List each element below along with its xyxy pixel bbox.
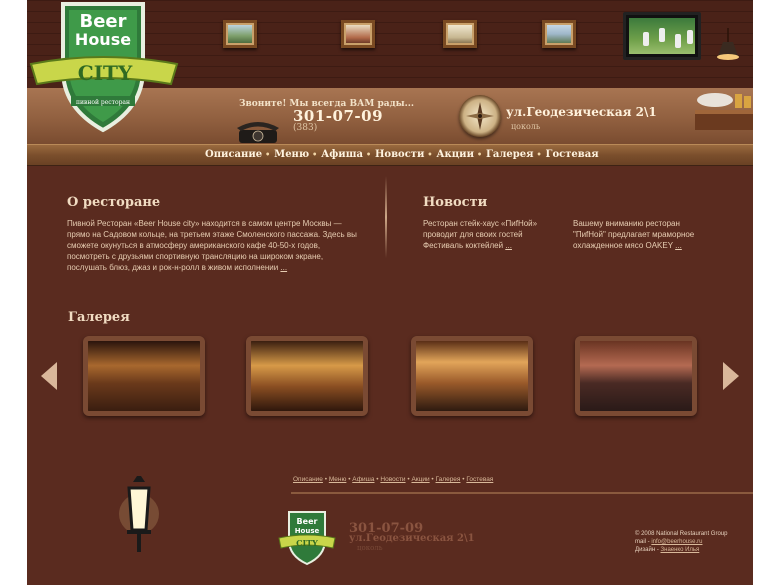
svg-text:Beer: Beer [297, 517, 318, 526]
svg-text:CITY: CITY [78, 61, 133, 85]
footer-copyright: © 2008 National Restaurant Group mail - … [635, 530, 727, 554]
wall-lamp-icon [119, 476, 159, 552]
about-text: Пивной Ресторан «Beer House city» находи… [67, 218, 363, 273]
ceiling-lamp-icon [717, 28, 739, 60]
wall-picture [542, 20, 576, 48]
copyright-text: © 2008 National Restaurant Group [635, 531, 728, 537]
news-more-link[interactable]: ... [675, 241, 682, 250]
wall-picture [341, 20, 375, 48]
header-level: цоколь [511, 122, 541, 131]
gallery-photo[interactable] [411, 336, 533, 416]
nav-item-description[interactable]: Описание [199, 149, 268, 160]
footer-link[interactable]: Афиша [352, 476, 374, 483]
mail-label: mail - [635, 539, 652, 545]
section-divider [385, 176, 387, 258]
about-more-link[interactable]: ... [280, 263, 287, 272]
footer-nav: Описание • Меню • Афиша • Новости • Акци… [293, 476, 494, 483]
footer-divider [291, 492, 753, 494]
main-nav: Описание Меню Афиша Новости Акции Галере… [27, 144, 753, 166]
compass-icon [459, 95, 501, 137]
nav-item-menu[interactable]: Меню [265, 149, 315, 160]
svg-text:пивной ресторан: пивной ресторан [76, 99, 130, 106]
svg-text:CITY: CITY [296, 538, 318, 548]
gallery-prev-arrow-icon[interactable] [41, 362, 57, 390]
telephone-icon [237, 122, 279, 143]
mail-link[interactable]: info@beerhouse.ru [651, 539, 702, 545]
footer-logo[interactable]: Beer House CITY [277, 510, 337, 566]
about-text-body: Пивной Ресторан «Beer House city» находи… [67, 219, 357, 272]
nav-item-poster[interactable]: Афиша [312, 149, 369, 160]
footer-link[interactable]: Меню [329, 476, 347, 483]
nav-item-guestbook[interactable]: Гостевая [537, 149, 605, 160]
gallery-next-arrow-icon[interactable] [723, 362, 739, 390]
wall-picture [443, 20, 477, 48]
wall-picture [223, 20, 257, 48]
svg-text:House: House [75, 30, 131, 49]
svg-text:House: House [295, 527, 320, 535]
news-item: Ресторан стейк-хаус «ПиfНой» проводит дл… [423, 218, 551, 251]
news-title: Новости [423, 195, 488, 210]
about-title: О ресторане [67, 195, 161, 210]
svg-text:Beer: Beer [79, 11, 126, 32]
design-line: Дизайн - Знаенко Илья [635, 546, 727, 554]
header-phone-code: (383) [293, 123, 318, 133]
gallery-photo[interactable] [575, 336, 697, 416]
footer-level: цоколь [357, 544, 383, 552]
news-more-link[interactable]: ... [505, 241, 512, 250]
footer-link[interactable]: Описание [293, 476, 323, 483]
tv-screen [623, 12, 701, 60]
gallery-photo[interactable] [83, 336, 205, 416]
gallery-photo[interactable] [246, 336, 368, 416]
header-address: ул.Геодезическая 2\1 [506, 105, 657, 119]
mail-line: mail - info@beerhouse.ru [635, 538, 727, 546]
bar-counter-illustration [695, 93, 753, 130]
footer-link[interactable]: Акции [411, 476, 429, 483]
nav-item-promotions[interactable]: Акции [427, 149, 480, 160]
beer-house-city-logo[interactable]: Beer House CITY пивной ресторан [27, 0, 183, 140]
news-item-text: Ресторан стейк-хаус «ПиfНой» проводит дл… [423, 219, 538, 250]
nav-item-news[interactable]: Новости [366, 149, 430, 160]
footer-link[interactable]: Новости [380, 476, 405, 483]
designer-link[interactable]: Знаенко Илья [661, 547, 700, 553]
news-item: Вашему вниманию ресторан "ПиfНой" предла… [573, 218, 707, 251]
design-label: Дизайн - [635, 547, 661, 553]
footer-link[interactable]: Гостевая [466, 476, 493, 483]
page: Звоните! Мы всегда ВАМ рады... 301-07-09… [27, 0, 753, 585]
footer-address: ул.Геодезическая 2\1 [349, 533, 475, 544]
nav-item-gallery[interactable]: Галерея [477, 149, 540, 160]
footer-link[interactable]: Галерея [436, 476, 461, 483]
gallery-title: Галерея [68, 310, 130, 325]
